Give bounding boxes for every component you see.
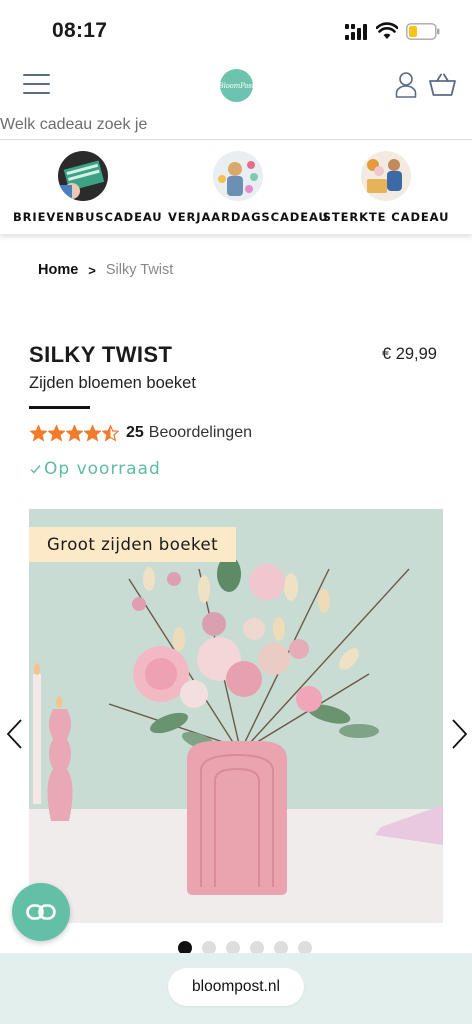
- product-price: € 29,99: [381, 345, 437, 363]
- stock-status: Op voorraad: [30, 459, 161, 479]
- category-label: STERKTE CADEAU: [322, 210, 450, 224]
- breadcrumb-separator: >: [88, 262, 96, 278]
- status-bar: 08:17: [0, 0, 472, 62]
- category-thumbnail: [58, 151, 108, 201]
- next-slide-icon[interactable]: [449, 718, 469, 750]
- category-label: BRIEVENBUSCADEAU: [13, 210, 163, 224]
- browser-address-bar: bloompost.nl: [0, 953, 472, 1024]
- wifi-icon: [376, 22, 398, 39]
- product-image[interactable]: Groot zijden boeket: [29, 509, 443, 923]
- title-underline: [29, 406, 90, 409]
- previous-slide-icon[interactable]: [5, 718, 25, 750]
- check-icon: [30, 465, 41, 474]
- category-strip: BRIEVENBUSCADEAU VERJAARDAGSCADEAU STERK…: [0, 141, 472, 234]
- category-label: VERJAARDAGSCADEAU: [168, 210, 329, 224]
- breadcrumb: Home > Silky Twist: [38, 262, 173, 278]
- category-thumbnail: [213, 151, 263, 201]
- star-full-icon: [84, 424, 101, 442]
- star-half-icon: [102, 424, 119, 442]
- category-thumbnail: [361, 151, 411, 201]
- breadcrumb-current: Silky Twist: [105, 262, 174, 278]
- star-full-icon: [66, 424, 83, 442]
- menu-icon[interactable]: [23, 74, 51, 96]
- url-field[interactable]: bloompost.nl: [168, 968, 304, 1006]
- product-title: SILKY TWIST: [29, 342, 173, 367]
- star-full-icon: [48, 424, 65, 442]
- breadcrumb-home[interactable]: Home: [38, 262, 78, 278]
- logo[interactable]: BloomPost: [218, 69, 255, 102]
- rating-label: Beoordelingen: [148, 424, 252, 441]
- category-sterkte-cadeau[interactable]: STERKTE CADEAU: [316, 151, 456, 224]
- url-text: bloompost.nl: [192, 978, 280, 995]
- rating-count: 25: [126, 424, 144, 441]
- category-brievenbuscadeau[interactable]: BRIEVENBUSCADEAU: [13, 151, 163, 224]
- chat-button[interactable]: [12, 883, 70, 941]
- user-icon[interactable]: [395, 71, 417, 99]
- stock-label: Op voorraad: [44, 459, 161, 479]
- status-time: 08:17: [52, 19, 108, 42]
- chat-link-icon: [26, 904, 56, 920]
- rating-stars: [30, 424, 119, 442]
- star-full-icon: [30, 424, 47, 442]
- image-badge: Groot zijden boeket: [29, 527, 237, 562]
- signal-icon: [345, 24, 367, 40]
- product-rating[interactable]: 25 Beoordelingen: [30, 424, 252, 442]
- product-subtitle: Zijden bloemen boeket: [29, 374, 196, 392]
- logo-text: BloomPost: [218, 81, 255, 90]
- bouquet-illustration: [29, 509, 443, 923]
- site-header: BloomPost: [0, 62, 472, 110]
- search-bar: [0, 112, 472, 140]
- cart-icon[interactable]: [429, 73, 456, 97]
- search-input[interactable]: [0, 114, 148, 136]
- category-verjaardagscadeau[interactable]: VERJAARDAGSCADEAU: [168, 151, 329, 224]
- battery-icon: [406, 23, 440, 40]
